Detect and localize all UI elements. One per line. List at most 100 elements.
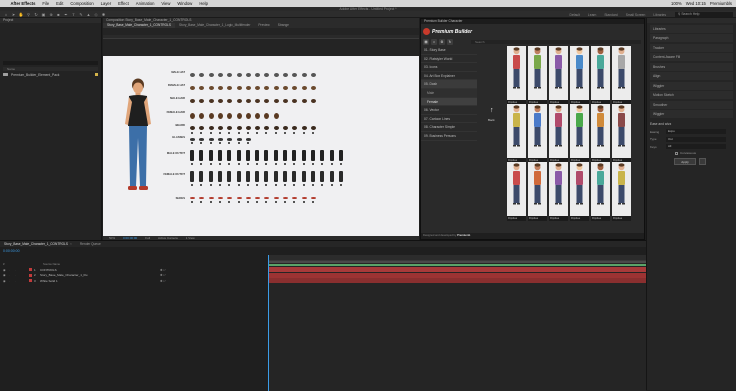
- playhead[interactable]: [268, 255, 269, 391]
- asset-item[interactable]: [264, 197, 270, 199]
- asset-item[interactable]: [190, 138, 195, 141]
- asset-item[interactable]: [338, 171, 343, 182]
- workspace-libraries[interactable]: Libraries: [653, 13, 666, 17]
- asset-item[interactable]: [329, 150, 334, 161]
- asset-item[interactable]: [301, 150, 306, 161]
- asset-select-dot[interactable]: [209, 142, 212, 144]
- right-panel-item[interactable]: Wiggler: [650, 110, 733, 118]
- character-thumbnail[interactable]: Flipidea: [612, 162, 631, 221]
- menu-effect[interactable]: Effect: [115, 1, 133, 6]
- asset-item[interactable]: [310, 126, 316, 130]
- asset-select-dot[interactable]: [274, 162, 277, 165]
- home-icon[interactable]: ⌂: [3, 12, 9, 17]
- asset-select-dot[interactable]: [209, 183, 212, 186]
- pb-menu-item[interactable]: 01. Story Base: [421, 46, 477, 55]
- refresh-icon[interactable]: ↻: [447, 39, 453, 45]
- keys-select[interactable]: All: [666, 144, 726, 149]
- asset-item[interactable]: [338, 150, 343, 161]
- asset-item[interactable]: [208, 197, 214, 199]
- asset-item[interactable]: [301, 197, 307, 199]
- asset-item[interactable]: [190, 86, 195, 90]
- asset-select-dot[interactable]: [218, 183, 221, 186]
- label-color-tag[interactable]: [95, 73, 98, 76]
- asset-item[interactable]: [236, 150, 241, 161]
- asset-select-dot[interactable]: [321, 183, 324, 186]
- asset-item[interactable]: [217, 86, 223, 90]
- asset-item[interactable]: [264, 126, 270, 130]
- right-panel-item[interactable]: Motion Sketch: [650, 91, 733, 99]
- asset-select-dot[interactable]: [311, 131, 314, 134]
- asset-select-dot[interactable]: [246, 142, 249, 144]
- curvaceous-checkbox[interactable]: Curvaceous: [675, 151, 708, 155]
- label-color-chip[interactable]: [29, 268, 32, 271]
- asset-item[interactable]: [283, 126, 288, 130]
- asset-select-dot[interactable]: [302, 162, 305, 165]
- menu-file[interactable]: File: [39, 1, 53, 6]
- asset-item[interactable]: [208, 86, 214, 90]
- asset-select-dot[interactable]: [293, 183, 296, 186]
- asset-select-dot[interactable]: [209, 162, 212, 165]
- asset-select-dot[interactable]: [274, 183, 277, 186]
- asset-select-dot[interactable]: [191, 142, 193, 144]
- premium-builder-title[interactable]: Premium Builder Character: [421, 19, 644, 24]
- asset-item[interactable]: [245, 171, 250, 182]
- asset-select-dot[interactable]: [246, 131, 249, 134]
- user-name[interactable]: Premiumbls: [710, 1, 732, 6]
- timeline-tab-comp[interactable]: Story_Base_Male_Character_1_CONTROLS ×: [0, 242, 76, 246]
- asset-item[interactable]: [217, 197, 223, 199]
- asset-item[interactable]: [236, 138, 242, 141]
- asset-item[interactable]: [255, 113, 261, 119]
- character-thumbnail[interactable]: Flipidea: [591, 104, 610, 163]
- asset-select-dot[interactable]: [302, 200, 305, 203]
- asset-item[interactable]: [283, 171, 287, 182]
- asset-select-dot[interactable]: [218, 131, 221, 134]
- asset-item[interactable]: [190, 99, 195, 103]
- asset-item[interactable]: [273, 99, 279, 103]
- right-panel-item[interactable]: Smoother: [650, 100, 733, 109]
- asset-select-dot[interactable]: [237, 131, 240, 134]
- pb-menu-item[interactable]: 06. Vector: [421, 106, 477, 115]
- asset-item[interactable]: [255, 73, 261, 77]
- pb-menu-item[interactable]: 07. Cartoon Lines: [421, 115, 477, 124]
- checkbox-box[interactable]: [675, 151, 678, 155]
- asset-item[interactable]: [190, 113, 195, 119]
- ease-wizz-section[interactable]: Ease and wizz: [650, 121, 733, 127]
- timeline-current-time[interactable]: 0:00:00:00: [3, 249, 20, 253]
- comp-tab-preview[interactable]: Preview: [254, 23, 273, 28]
- asset-item[interactable]: [190, 126, 195, 130]
- menu-animation[interactable]: Animation: [132, 1, 158, 6]
- asset-item[interactable]: [208, 126, 214, 130]
- asset-select-dot[interactable]: [200, 131, 203, 134]
- asset-select-dot[interactable]: [256, 162, 259, 165]
- asset-item[interactable]: [264, 73, 270, 77]
- timeline-tracks[interactable]: [268, 255, 646, 391]
- layer-duration-bar[interactable]: [268, 272, 646, 278]
- asset-item[interactable]: [208, 171, 213, 182]
- asset-select-dot[interactable]: [191, 200, 193, 203]
- asset-item[interactable]: [217, 113, 223, 119]
- asset-item[interactable]: [301, 126, 307, 130]
- asset-item[interactable]: [301, 86, 307, 90]
- asset-select-dot[interactable]: [237, 142, 240, 144]
- asset-item[interactable]: [245, 126, 251, 130]
- selection-tool-icon[interactable]: ➤: [11, 12, 17, 17]
- layer-name[interactable]: Story_Base_Male_Character_1_Illu: [40, 273, 100, 277]
- character-thumbnail[interactable]: Flipidea: [570, 162, 589, 221]
- timeline-layer-row[interactable]: ◉ · · 2 Story_Base_Male_Character_1_Illu ✱ / …: [3, 273, 265, 278]
- asset-item[interactable]: [273, 197, 279, 199]
- asset-select-dot[interactable]: [191, 183, 193, 186]
- asset-item[interactable]: [283, 197, 288, 199]
- pb-menu-item[interactable]: 08. Character Simple: [421, 123, 477, 132]
- pb-menu-item[interactable]: Male: [421, 88, 477, 98]
- close-icon[interactable]: ×: [70, 242, 72, 246]
- asset-item[interactable]: [264, 113, 270, 119]
- asset-item[interactable]: [292, 126, 298, 130]
- project-panel-title[interactable]: Project: [0, 18, 101, 23]
- asset-item[interactable]: [199, 73, 205, 77]
- asset-select-dot[interactable]: [256, 131, 259, 134]
- asset-item[interactable]: [283, 150, 287, 161]
- right-panel-item[interactable]: Paragraph: [650, 34, 733, 42]
- menu-app[interactable]: After Effects: [7, 1, 39, 6]
- timeline-layer-row[interactable]: ◉ · · 3 White Solid 1 ✱ / ⁄: [3, 278, 265, 283]
- asset-select-dot[interactable]: [209, 200, 212, 203]
